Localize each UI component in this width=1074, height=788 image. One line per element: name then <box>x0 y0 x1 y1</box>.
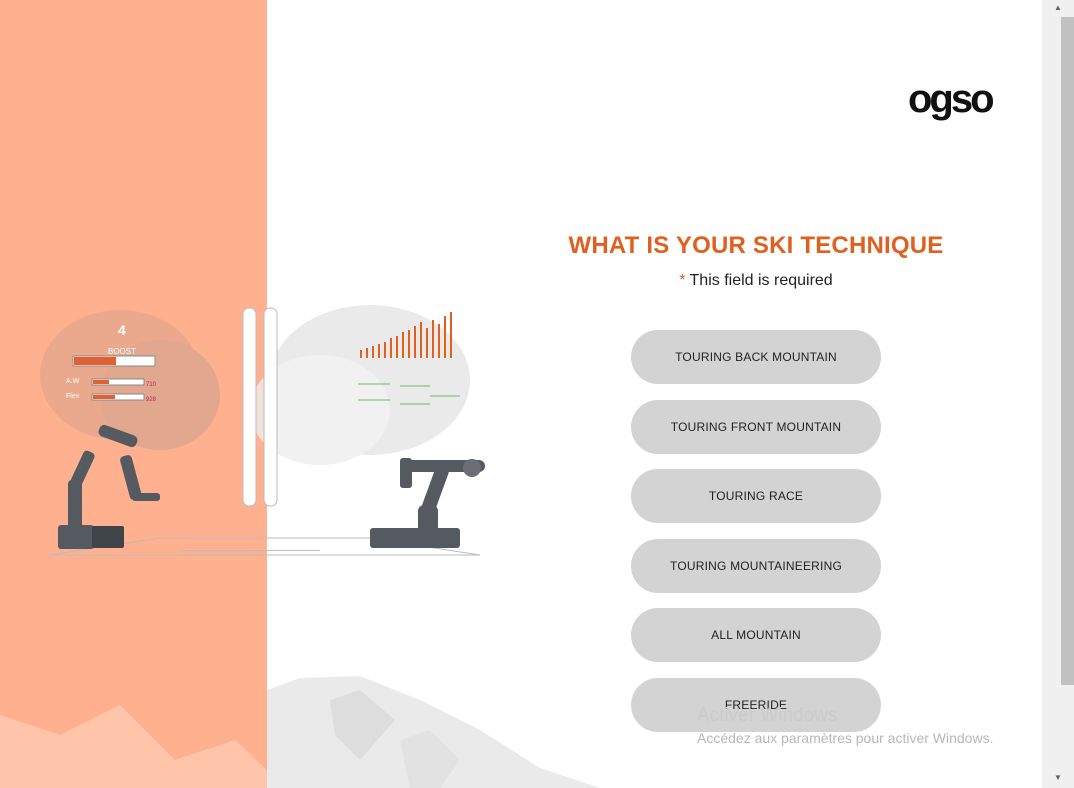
ruler-ticks <box>180 550 320 551</box>
robot-arm-right <box>370 458 485 548</box>
gauge-value-aw: 710 <box>146 382 157 388</box>
gauge-label-flex: Flex <box>66 393 80 400</box>
watermark-subtitle: Accédez aux paramètres pour activer Wind… <box>697 730 994 746</box>
ski-left <box>242 307 257 507</box>
ski-testing-illustration: 4 BOOST A.W 710 Flex 928 <box>40 305 485 556</box>
option-touring-back-mountain[interactable]: TOURING BACK MOUNTAIN <box>631 330 881 384</box>
scrollbar-thumb[interactable] <box>1061 17 1074 685</box>
required-note: * This field is required <box>560 272 952 290</box>
watermark-title: Activer Windows <box>697 705 838 726</box>
ski-technique-options: TOURING BACK MOUNTAIN TOURING FRONT MOUN… <box>631 330 881 747</box>
option-touring-mountaineering[interactable]: TOURING MOUNTAINEERING <box>631 538 881 593</box>
page-title: WHAT IS YOUR SKI TECHNIQUE <box>568 232 944 259</box>
gauge-value-flex: 928 <box>146 397 157 403</box>
option-touring-front-mountain[interactable]: TOURING FRONT MOUNTAIN <box>631 399 881 454</box>
option-touring-race[interactable]: TOURING RACE <box>631 469 881 523</box>
required-asterisk: * <box>679 272 686 289</box>
hexagon-field-right <box>250 305 470 465</box>
boost-label: BOOST <box>108 347 136 356</box>
page-scrollbar[interactable]: ▲ ▼ <box>1042 0 1074 788</box>
gauge-label-aw: A.W <box>66 378 80 385</box>
required-text: This field is required <box>689 272 833 289</box>
ogso-logo: ogso <box>908 77 996 121</box>
scroll-down-icon[interactable]: ▼ <box>1042 770 1074 786</box>
windows-activation-watermark: Activer Windows Accédez aux paramètres p… <box>697 705 993 746</box>
form-header: WHAT IS YOUR SKI TECHNIQUE * This field i… <box>560 232 952 290</box>
option-all-mountain[interactable]: ALL MOUNTAIN <box>631 608 881 662</box>
ski-right <box>263 307 278 507</box>
number-label: 4 <box>118 322 126 338</box>
logo-text: ogso <box>908 77 993 121</box>
scroll-up-icon[interactable]: ▲ <box>1042 0 1074 16</box>
